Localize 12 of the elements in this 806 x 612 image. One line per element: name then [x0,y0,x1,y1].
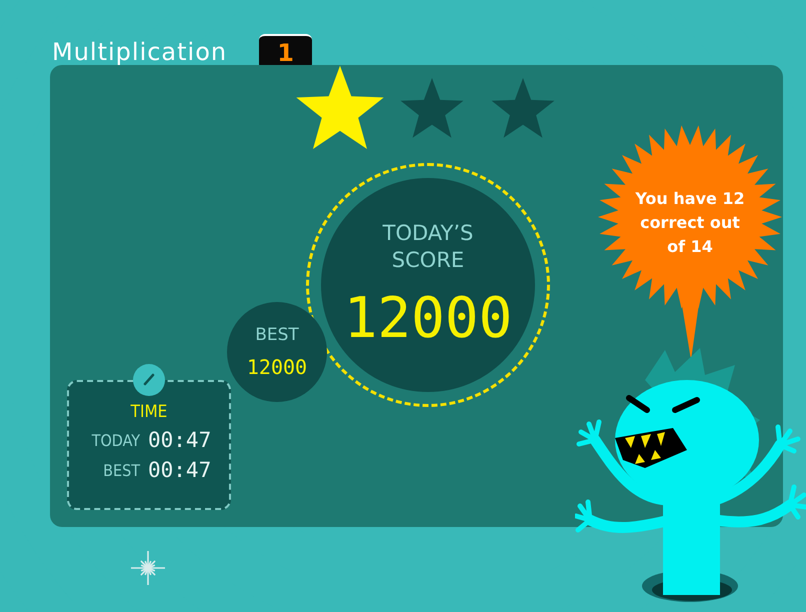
time-value: 00:47 [148,428,212,452]
time-value: 00:47 [148,458,212,482]
bubble-text: You have 12 correct out of 14 [635,188,745,258]
best-label: BEST [255,325,299,345]
sparkle-icon [131,551,165,585]
game-title: Multiplication [52,38,228,66]
score-value: 12000 [344,286,512,350]
score-label: TODAY’S SCORE [382,220,474,274]
time-title: TIME [130,402,168,422]
time-label: BEST [102,460,140,480]
best-value: 12000 [246,355,308,379]
time-label: TODAY [90,430,140,450]
